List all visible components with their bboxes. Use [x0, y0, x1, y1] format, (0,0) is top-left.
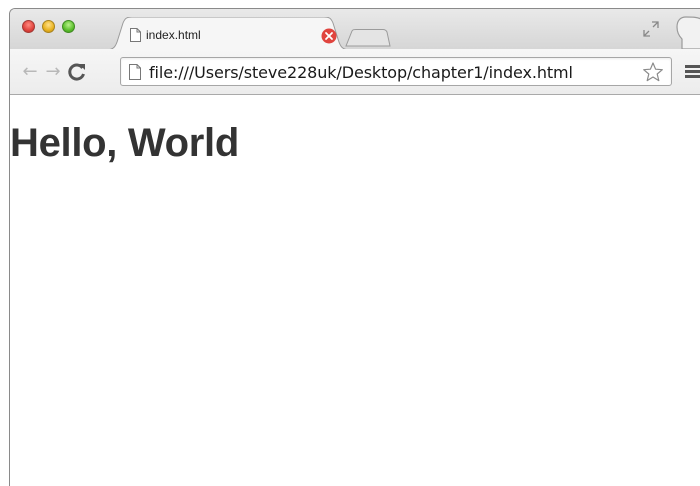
tab-shape [106, 17, 350, 50]
toolbar: ← → file:///Users/steve228uk/Desktop/cha… [10, 49, 700, 95]
forward-arrow-icon[interactable]: → [43, 62, 63, 82]
tab-index-html[interactable]: index.html [106, 17, 350, 50]
page-heading: Hello, World [10, 121, 239, 165]
maximize-window-icon[interactable] [62, 20, 75, 33]
address-bar[interactable]: file:///Users/steve228uk/Desktop/chapter… [120, 57, 672, 86]
bookmark-star-icon[interactable] [642, 61, 664, 83]
profile-icon[interactable] [672, 15, 700, 49]
minimize-window-icon[interactable] [42, 20, 55, 33]
back-arrow-icon[interactable]: ← [20, 62, 40, 82]
close-window-icon[interactable] [22, 20, 35, 33]
fullscreen-icon[interactable] [642, 20, 660, 38]
address-url: file:///Users/steve228uk/Desktop/chapter… [149, 63, 573, 82]
page-icon [129, 64, 141, 80]
new-tab-icon[interactable] [345, 29, 391, 47]
tab-title: index.html [146, 28, 201, 42]
browser-window: index.html ← → file:///Users/steve228uk/… [9, 8, 700, 486]
page-icon [130, 28, 141, 42]
reload-icon[interactable] [66, 61, 88, 83]
title-bar: index.html [10, 9, 700, 50]
tab-close-icon[interactable] [321, 28, 337, 44]
menu-icon[interactable] [685, 65, 700, 79]
page-content: Hello, World [10, 95, 700, 486]
